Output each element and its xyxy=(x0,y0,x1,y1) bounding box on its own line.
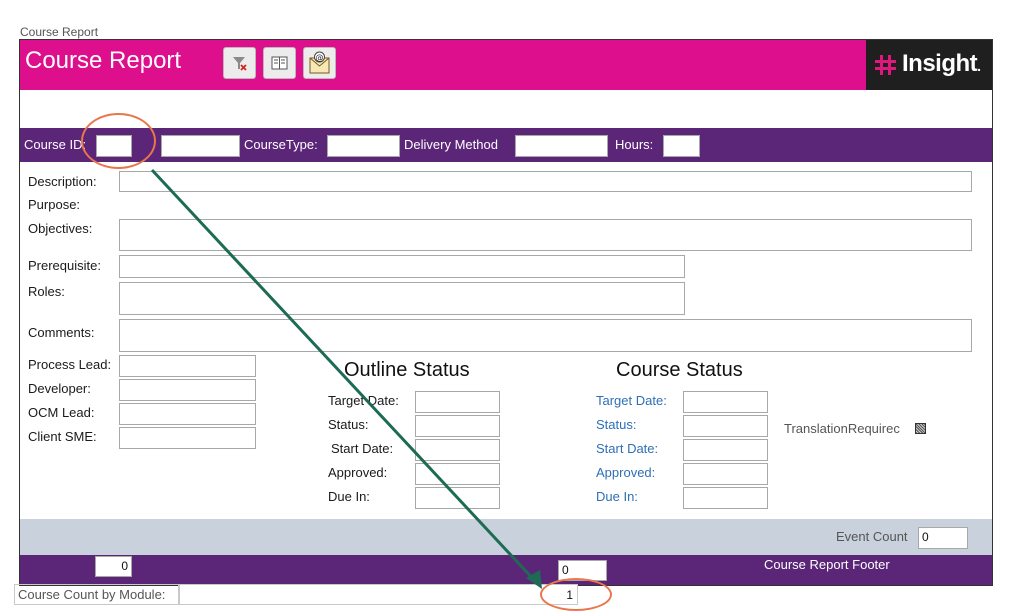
annotation-arrow xyxy=(150,168,542,589)
